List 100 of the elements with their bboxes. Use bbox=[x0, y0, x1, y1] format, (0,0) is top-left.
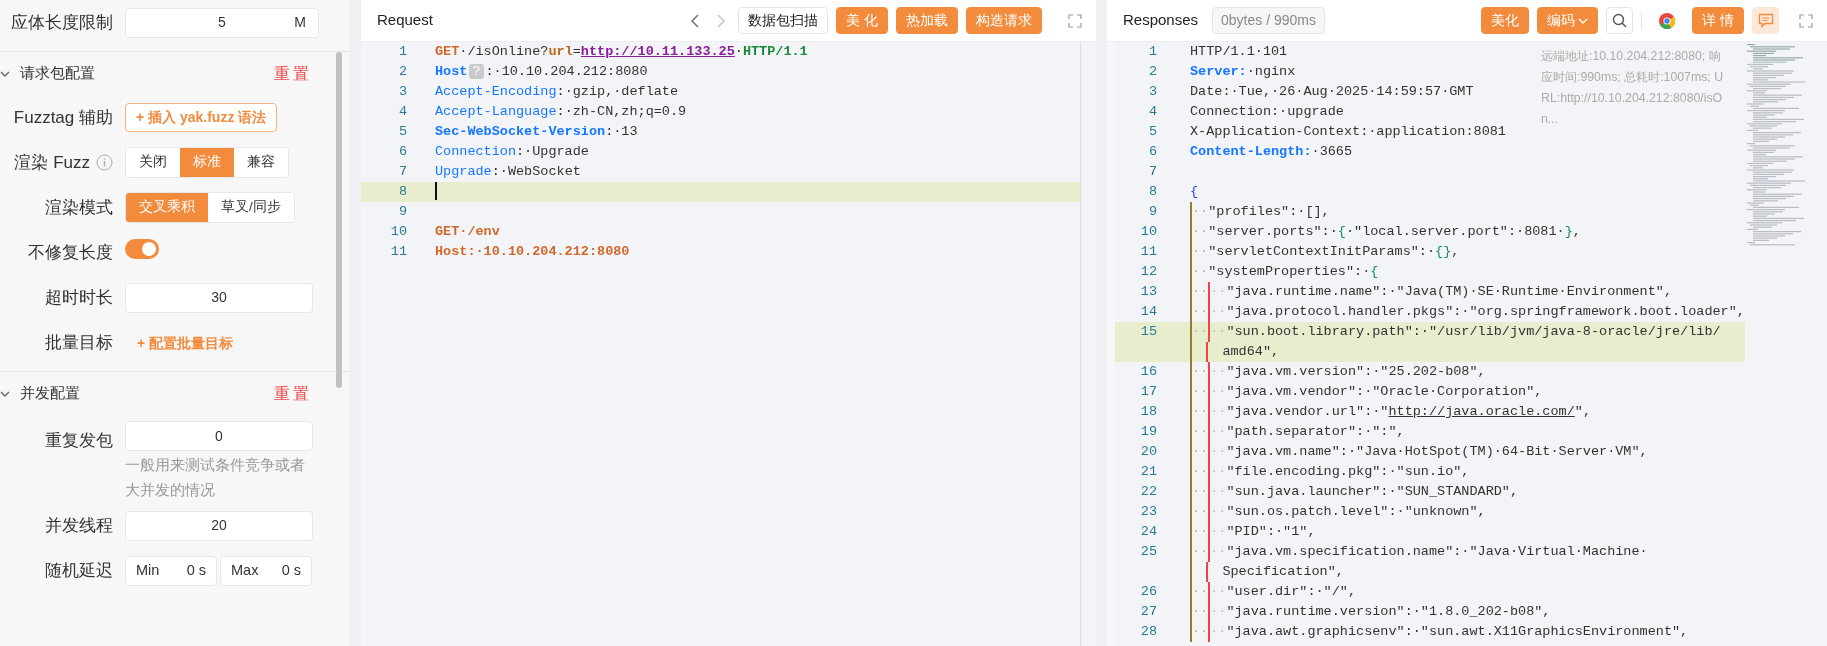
line-number: 25 bbox=[1139, 543, 1157, 561]
previous-icon[interactable] bbox=[690, 13, 701, 28]
action-button[interactable]: 美化 bbox=[1481, 7, 1530, 34]
line-number: 7 bbox=[1147, 163, 1157, 181]
scrollbar[interactable] bbox=[336, 52, 342, 388]
code-line: ··"profiles":·[], bbox=[1190, 202, 1330, 222]
line-number: 26 bbox=[1139, 583, 1157, 601]
line-number: 4 bbox=[1147, 103, 1157, 121]
code-line: ····"sun.os.patch.level":·"unknown", bbox=[1190, 502, 1486, 522]
expand-icon[interactable] bbox=[1799, 13, 1813, 28]
panel-title: Request bbox=[377, 10, 433, 31]
line-number: 6 bbox=[1147, 143, 1157, 161]
line-number: 11 bbox=[389, 243, 407, 261]
help-text: 一般用来测试条件竞争或者大并发的情况 bbox=[125, 456, 306, 500]
line-number: 8 bbox=[397, 183, 407, 201]
caret-icon bbox=[1578, 17, 1589, 24]
line-number: 3 bbox=[397, 83, 407, 101]
action-button[interactable]: 热加载 bbox=[896, 7, 958, 34]
line-number: 17 bbox=[1139, 383, 1157, 401]
line-number: 7 bbox=[397, 163, 407, 181]
section-title: 并发配置 bbox=[20, 383, 80, 403]
line-number: 11 bbox=[1139, 243, 1157, 261]
line-number: 16 bbox=[1139, 363, 1157, 381]
segment-option[interactable]: 交叉乘积 bbox=[126, 193, 208, 222]
line-number: 6 bbox=[397, 143, 407, 161]
code-line: Host:·10.10.204.212:8080 bbox=[435, 243, 630, 261]
code-line: Accept-Language:·zh-CN,zh;q=0.9 bbox=[435, 103, 687, 121]
field-label: 渲染 Fuzz bbox=[14, 151, 90, 174]
segment-option[interactable]: 标准 bbox=[180, 148, 234, 177]
search-icon[interactable] bbox=[1612, 13, 1628, 28]
field-label: 超时时长 bbox=[44, 286, 113, 309]
code-line: Server:·nginx bbox=[1190, 63, 1296, 81]
code-line: GET·/isOnline?url=http://10.11.133.25·HTTP/1.1 bbox=[435, 43, 808, 61]
code-line: ····"java.vm.version":·"25.202-b08", bbox=[1190, 362, 1486, 382]
code-line: ····"path.separator":·":", bbox=[1190, 422, 1405, 442]
line-number: 21 bbox=[1139, 463, 1157, 481]
field-label: 不修复长度 bbox=[27, 241, 113, 264]
line-number: 5 bbox=[397, 123, 407, 141]
insert-button[interactable]: + 插入 yak.fuzz 语法 bbox=[125, 103, 278, 132]
line-number: 9 bbox=[397, 203, 407, 221]
line-number: 14 bbox=[1139, 303, 1157, 321]
code-line: Specification", bbox=[1222, 563, 1344, 581]
field-label: 渲染模式 bbox=[44, 196, 113, 219]
info-icon[interactable] bbox=[96, 154, 113, 171]
min-field[interactable]: Min 0 s bbox=[125, 555, 217, 586]
line-number: 1 bbox=[397, 43, 407, 61]
input-field[interactable]: 0 bbox=[125, 421, 313, 451]
scan-button[interactable]: 数据包扫描 bbox=[738, 7, 829, 34]
action-button[interactable]: 构造请求 bbox=[966, 7, 1042, 34]
line-number: 10 bbox=[389, 223, 407, 241]
line-number: 10 bbox=[1139, 223, 1157, 241]
input-field[interactable]: 30 bbox=[125, 282, 313, 313]
line-number: 15 bbox=[1139, 323, 1157, 341]
field-label: Fuzztag 辅助 bbox=[12, 106, 113, 129]
expand-icon[interactable] bbox=[1068, 13, 1082, 28]
code-line: GET·/env bbox=[435, 223, 500, 241]
code-line: Date:·Tue,·26·Aug·2025·14:59:57·GMT bbox=[1190, 83, 1474, 101]
field-label: 随机延迟 bbox=[44, 559, 113, 582]
code-line: ··"server.ports":·{·"local.server.port":·8081·}, bbox=[1190, 222, 1581, 242]
code-line: X-Application-Context:·application:8081 bbox=[1190, 123, 1506, 141]
code-line: ····"java.vm.specification.name":·"Java·Virtual·Machine· bbox=[1190, 542, 1648, 562]
code-line: Upgrade:·WebSocket bbox=[435, 163, 581, 181]
add-link[interactable]: + 配置批量目标 bbox=[125, 334, 234, 351]
line-number: 24 bbox=[1139, 523, 1157, 541]
size-limit-field[interactable]: 5 M bbox=[125, 7, 319, 38]
action-button[interactable]: 美 化 bbox=[836, 7, 888, 34]
panel-title: Responses bbox=[1123, 10, 1199, 31]
encoding-dropdown[interactable]: 编码 bbox=[1537, 7, 1599, 34]
field-label: 重复发包 bbox=[44, 430, 113, 452]
code-line: Sec-WebSocket-Version:·13 bbox=[435, 123, 638, 141]
field-label: 应体长度限制 bbox=[10, 11, 113, 34]
action-button[interactable]: 详 情 bbox=[1692, 7, 1744, 34]
line-number: 20 bbox=[1139, 443, 1157, 461]
code-line: ··"systemProperties":·{ bbox=[1190, 262, 1379, 282]
line-number: 18 bbox=[1139, 403, 1157, 421]
code-line: ····"java.vendor.url":·"http://java.oracle.com/", bbox=[1190, 402, 1591, 422]
line-number: 13 bbox=[1139, 283, 1157, 301]
line-number: 9 bbox=[1147, 203, 1157, 221]
line-number: 27 bbox=[1139, 603, 1157, 621]
max-field[interactable]: Max 0 s bbox=[220, 555, 312, 586]
line-number: 4 bbox=[397, 103, 407, 121]
code-line: Host ? :·10.10.204.212:8080 bbox=[435, 63, 648, 81]
line-number: 12 bbox=[1139, 263, 1157, 281]
status-tag: 0bytes / 990ms bbox=[1212, 7, 1325, 34]
input-field[interactable]: 20 bbox=[125, 510, 313, 541]
reset-link[interactable]: 重置 bbox=[274, 61, 312, 86]
line-number: 23 bbox=[1139, 503, 1157, 521]
code-line: Connection:·Upgrade bbox=[435, 143, 589, 161]
toggle-switch[interactable] bbox=[125, 239, 159, 259]
code-line: Connection:·upgrade bbox=[1190, 103, 1344, 121]
line-number: 22 bbox=[1139, 483, 1157, 501]
code-line: ····"user.dir":·"/", bbox=[1190, 582, 1357, 602]
reset-link[interactable]: 重置 bbox=[274, 381, 312, 406]
ring-logo-icon[interactable] bbox=[1658, 11, 1677, 30]
line-number: 8 bbox=[1147, 183, 1157, 201]
line-number: 28 bbox=[1139, 623, 1157, 641]
code-line: Accept-Encoding:·gzip,·deflate bbox=[435, 83, 679, 101]
comment-icon[interactable] bbox=[1757, 13, 1774, 28]
field-label: 并发线程 bbox=[44, 514, 113, 537]
section-title: 请求包配置 bbox=[20, 63, 95, 83]
